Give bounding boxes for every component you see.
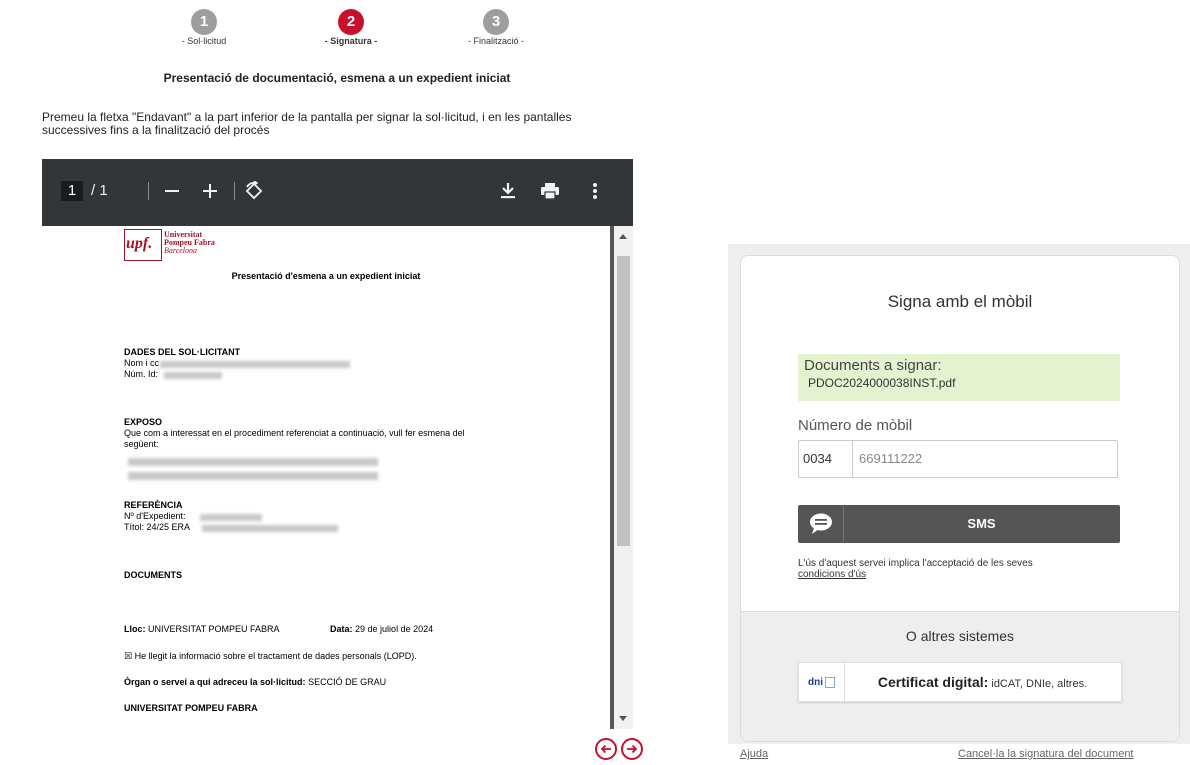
scroll-down-icon[interactable] [619, 716, 627, 721]
toolbar-divider [148, 182, 149, 200]
step-1-number: 1 [191, 9, 217, 35]
redacted-file [200, 514, 262, 521]
rotate-button[interactable] [241, 177, 267, 205]
step-1: 1 - Sol·licitud [144, 9, 264, 46]
download-icon [501, 183, 515, 199]
other-systems-heading: O altres sistemes [905, 628, 1015, 644]
pdf-page: upf. Universitat Pompeu Fabra Barcelona … [42, 226, 610, 729]
redacted-title [202, 525, 338, 532]
zoom-in-button[interactable] [197, 177, 223, 205]
country-prefix-input[interactable]: 0034 [799, 441, 853, 477]
pdf-section-reference: REFERÈNCIA [124, 500, 183, 510]
pdf-section-documents: DOCUMENTS [124, 570, 182, 580]
page-number-input[interactable]: 1 [61, 181, 83, 201]
documents-heading: Documents a signar: [804, 357, 942, 374]
pdf-viewer: 1 / 1 upf. Universitat Pompeu Fabra Barc… [42, 159, 633, 729]
help-link[interactable]: Ajuda [740, 748, 768, 760]
instructions-text: Premeu la fletxa "Endavant" a la part in… [42, 110, 572, 137]
step-2: 2 - Signatura - [291, 9, 411, 46]
redacted-name [160, 361, 350, 368]
upf-logo-text: Universitat Pompeu Fabra Barcelona [164, 230, 215, 255]
page-total: / 1 [91, 182, 108, 199]
plus-icon [203, 184, 217, 198]
more-options-button[interactable] [582, 177, 608, 205]
scrollbar-thumb[interactable] [617, 256, 630, 546]
step-2-number: 2 [338, 9, 364, 35]
pdf-expose-text: Que com a interessat en el procediment r… [124, 428, 465, 438]
page-title: Presentació de documentació, esmena a un… [163, 71, 511, 85]
pdf-name-label: Nom i cc [124, 358, 160, 368]
pdf-lopd: ☒ He llegit la informació sobre el tract… [124, 651, 417, 661]
print-button[interactable] [537, 177, 563, 205]
pdf-scrollbar[interactable] [614, 226, 633, 729]
redacted-id [164, 372, 222, 379]
pdf-expose-text-2: següent: [124, 439, 159, 449]
arrow-left-icon [600, 744, 611, 754]
step-2-label: - Signatura - [324, 36, 378, 46]
back-button[interactable] [595, 738, 617, 760]
documents-box: Documents a signar: PDOC2024000038INST.p… [798, 354, 1120, 401]
step-3-number: 3 [483, 9, 509, 35]
digital-certificate-button[interactable]: dni Certificat digital: idCAT, DNIe, alt… [798, 662, 1122, 702]
upf-logo-mark: upf. [126, 235, 153, 252]
pdf-title-label: Títol: 24/25 ERA [124, 522, 191, 532]
pdf-section-applicant: DADES DEL SOL·LICITANT [124, 347, 241, 357]
minus-icon [165, 190, 179, 192]
chat-bubble-icon [798, 505, 844, 543]
pdf-doc-title: Presentació d'esmena a un expedient inic… [231, 271, 421, 281]
mobile-label: Número de mòbil [798, 417, 913, 434]
terms-link[interactable]: condicions d'ús [798, 569, 866, 580]
pdf-organ: Òrgan o servei a qui adreceu la sol·lici… [124, 677, 387, 687]
sms-button-label: SMS [967, 516, 996, 531]
document-filename: PDOC2024000038INST.pdf [808, 376, 956, 390]
sms-button[interactable]: SMS [798, 505, 1120, 543]
toolbar-divider [234, 182, 235, 200]
dni-icon: dni [799, 663, 845, 701]
mobile-field: 0034 669111222 [798, 440, 1118, 478]
digital-certificate-label: Certificat digital: idCAT, DNIe, altres. [877, 674, 1088, 690]
pdf-toolbar: 1 / 1 [42, 159, 633, 226]
terms-text: L'ús d'aquest servei implica l'acceptaci… [798, 558, 1033, 580]
redacted-expose-1 [128, 458, 378, 466]
mobile-number-input[interactable]: 669111222 [859, 441, 922, 477]
pdf-footer-org: UNIVERSITAT POMPEU FABRA [124, 703, 258, 713]
forward-button[interactable] [621, 738, 643, 760]
zoom-out-button[interactable] [159, 177, 185, 205]
step-1-label: - Sol·licitud [181, 36, 227, 46]
pdf-file-label: Nº d'Expedient: [124, 511, 186, 521]
download-button[interactable] [495, 177, 521, 205]
signing-title: Signa amb el mòbil [887, 292, 1033, 311]
pdf-id-label: Núm. Id: [124, 369, 159, 379]
pdf-place: Lloc: UNIVERSITAT POMPEU FABRA [124, 624, 280, 634]
pdf-section-expose: EXPOSO [124, 417, 163, 427]
scroll-up-icon[interactable] [619, 234, 627, 239]
arrow-right-icon [627, 744, 638, 754]
rotate-icon [245, 181, 263, 200]
pdf-date: Data: 29 de juliol de 2024 [330, 624, 434, 634]
more-vert-icon [593, 183, 597, 199]
cancel-signature-link[interactable]: Cancel·la la signatura del document [958, 748, 1134, 760]
other-systems-section: O altres sistemes dni Certificat digital… [741, 611, 1179, 741]
redacted-expose-2 [128, 472, 378, 480]
print-icon [541, 183, 559, 200]
signing-card: Signa amb el mòbil Documents a signar: P… [740, 255, 1180, 742]
step-3: 3 - Finalització - [436, 9, 556, 46]
step-3-label: - Finalització - [467, 36, 524, 46]
